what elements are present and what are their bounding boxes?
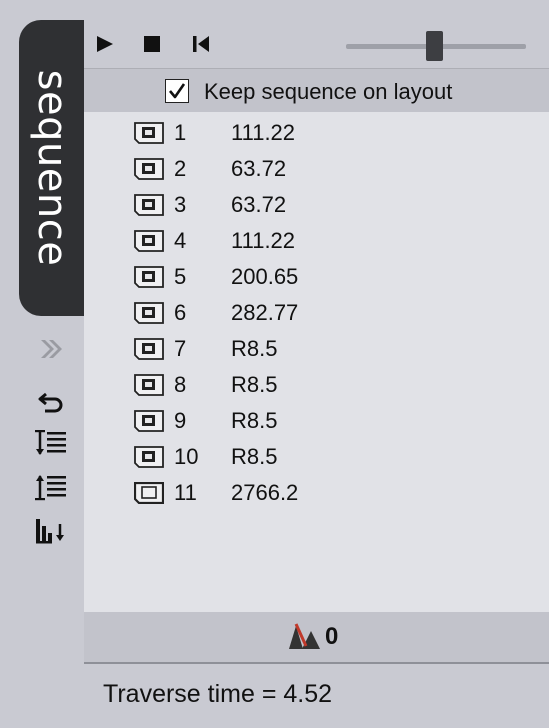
part-icon bbox=[134, 410, 164, 432]
row-value: 63.72 bbox=[231, 156, 287, 181]
undo-arrow-icon[interactable] bbox=[34, 386, 68, 416]
table-row[interactable]: 8 R8.5 bbox=[84, 366, 549, 402]
part-icon bbox=[134, 158, 164, 180]
collision-peaks-icon bbox=[288, 622, 322, 655]
part-icon bbox=[134, 230, 164, 252]
row-number: 3 bbox=[174, 192, 187, 217]
playback-toolbar bbox=[84, 20, 549, 68]
expand-chevron-icon[interactable] bbox=[34, 334, 68, 364]
row-number: 8 bbox=[174, 372, 187, 397]
sort-bars-icon[interactable] bbox=[34, 516, 68, 546]
row-number: 10 bbox=[174, 444, 199, 469]
row-number: 6 bbox=[174, 300, 187, 325]
keep-sequence-label: Keep sequence on layout bbox=[204, 79, 453, 104]
table-row[interactable]: 2 63.72 bbox=[84, 150, 549, 186]
part-icon bbox=[134, 194, 164, 216]
row-number: 2 bbox=[174, 156, 187, 181]
table-row[interactable]: 9 R8.5 bbox=[84, 402, 549, 438]
part-icon bbox=[134, 122, 164, 144]
sequence-tab-label: sequence bbox=[28, 69, 75, 267]
row-value: 111.22 bbox=[231, 120, 296, 145]
row-number: 7 bbox=[174, 336, 187, 361]
table-row[interactable]: 4 111.22 bbox=[84, 222, 549, 258]
stop-icon[interactable] bbox=[140, 32, 164, 56]
table-row[interactable]: 11 2766.2 bbox=[84, 474, 549, 510]
row-number: 4 bbox=[174, 228, 187, 253]
table-row[interactable]: 6 282.77 bbox=[84, 294, 549, 330]
row-number: 5 bbox=[174, 264, 187, 289]
rewind-icon[interactable] bbox=[189, 32, 213, 56]
row-value: 2766.2 bbox=[231, 480, 299, 505]
row-number: 11 bbox=[174, 480, 197, 505]
sort-down-icon[interactable] bbox=[34, 428, 68, 458]
row-value: 200.65 bbox=[231, 264, 299, 289]
table-row[interactable]: 5 200.65 bbox=[84, 258, 549, 294]
table-row[interactable]: 7 R8.5 bbox=[84, 330, 549, 366]
sequence-tab[interactable]: sequence bbox=[19, 20, 84, 316]
table-row[interactable]: 1 111.22 bbox=[84, 114, 549, 150]
sort-up-icon[interactable] bbox=[34, 472, 68, 502]
row-number: 9 bbox=[174, 408, 187, 433]
table-row[interactable]: 3 63.72 bbox=[84, 186, 549, 222]
row-value: R8.5 bbox=[231, 372, 278, 397]
left-rail: sequence bbox=[0, 0, 84, 728]
row-value: 282.77 bbox=[231, 300, 299, 325]
collision-counter-bar: 0 bbox=[84, 612, 549, 664]
traverse-time: Traverse time = 4.52 bbox=[103, 680, 333, 708]
row-value: R8.5 bbox=[231, 408, 278, 433]
keep-sequence-row: Keep sequence on layout bbox=[84, 68, 549, 113]
row-number: 1 bbox=[174, 120, 187, 145]
outline-part-icon bbox=[133, 481, 165, 505]
sequence-list: 1 111.22 2 63.72 3 63.72 4 111.22 5 200.65 6 282.77… bbox=[84, 112, 549, 612]
row-value: 111.22 bbox=[231, 228, 296, 253]
part-icon bbox=[134, 446, 164, 468]
part-icon bbox=[134, 374, 164, 396]
speed-slider-thumb[interactable] bbox=[426, 31, 444, 61]
part-icon bbox=[134, 338, 164, 360]
row-value: R8.5 bbox=[231, 444, 278, 469]
part-icon bbox=[134, 266, 164, 288]
row-value: R8.5 bbox=[231, 336, 278, 361]
row-value: 63.72 bbox=[231, 192, 287, 217]
collision-count: 0 bbox=[325, 623, 339, 650]
footer: Traverse time = 4.52 bbox=[84, 664, 549, 728]
part-icon bbox=[134, 302, 164, 324]
keep-sequence-checkbox[interactable] bbox=[165, 79, 189, 103]
play-icon[interactable] bbox=[93, 32, 117, 56]
table-row[interactable]: 10 R8.5 bbox=[84, 438, 549, 474]
